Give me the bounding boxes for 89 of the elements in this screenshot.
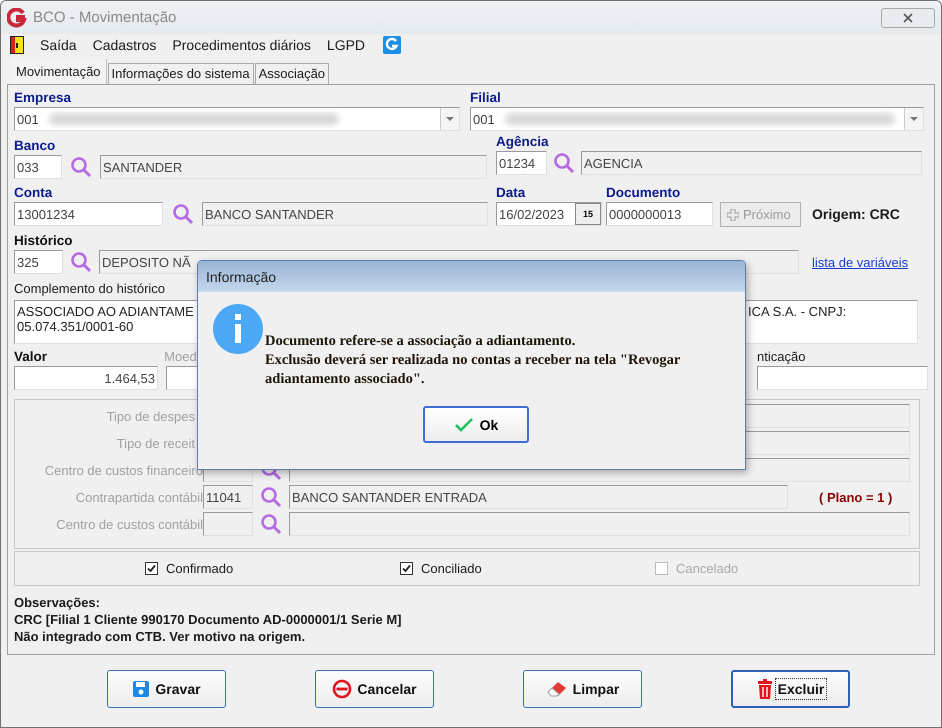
field-value: 001 — [473, 112, 495, 126]
input-field[interactable]: 325 — [14, 250, 63, 274]
menu-item[interactable]: LGPD — [326, 37, 366, 53]
input-field[interactable]: 033 — [14, 155, 62, 179]
logo-icon[interactable] — [383, 36, 402, 54]
message-text: Exclusão deverá ser realizada no contas a receber na tela "Revogar adiantamento associado". — [265, 351, 682, 389]
checkbox-label: Cancelado — [676, 561, 738, 576]
door-exit-icon[interactable] — [10, 36, 24, 54]
cancel-button[interactable]: Cancelar — [315, 670, 434, 708]
field-label: Centro de custos contábil — [55, 516, 203, 532]
dropdown-button[interactable] — [440, 108, 459, 130]
caret-icon — [446, 117, 454, 121]
menu-item[interactable]: Saída — [40, 37, 77, 53]
input-field: AGENCIA — [581, 151, 922, 175]
info-icon — [213, 304, 263, 354]
field-label: nticação — [757, 349, 806, 365]
branch-dropdown[interactable]: 001 — [470, 107, 924, 131]
observation-text: CRC [Filial 1 Cliente 990170 Documento AD-0000001/1 Serie M] — [14, 611, 402, 628]
search-icon[interactable] — [172, 203, 194, 225]
menu-item[interactable]: Procedimentos diários — [172, 37, 311, 53]
ok-button[interactable]: Ok — [423, 406, 529, 443]
field-label: Conta — [14, 185, 52, 201]
observation-text: Observações: — [14, 594, 101, 611]
text-line: 05.074.351/0001-60 — [17, 319, 134, 334]
field-label: Tipo de receit — [116, 436, 196, 450]
plan-text: ( Plano = 1 ) — [819, 490, 892, 504]
menu-item[interactable]: Cadastros — [92, 37, 156, 53]
search-icon[interactable] — [70, 251, 92, 273]
search-icon[interactable] — [70, 156, 92, 178]
input-field[interactable]: 0000000013 — [606, 202, 713, 226]
message-text: Documento refere-se a associação a adiantamento. — [265, 332, 576, 351]
date-field[interactable]: 16/02/2023 15 — [496, 202, 602, 226]
variables-link[interactable]: lista de variáveis — [812, 254, 908, 270]
field-label: Contrapartida contábil — [74, 490, 203, 504]
checkbox[interactable] — [145, 562, 158, 575]
field-label: Centro de custos financeiro — [44, 462, 203, 478]
prohibited-icon — [332, 679, 352, 699]
trash-icon — [756, 679, 773, 699]
origin-text: Origem: CRC — [812, 206, 900, 222]
tab[interactable]: Associação — [254, 63, 330, 84]
dialog-title: Informação — [206, 268, 276, 284]
input-field[interactable] — [757, 366, 928, 390]
dropdown-button[interactable] — [904, 108, 923, 130]
field-label: Documento — [606, 185, 680, 201]
clear-button[interactable]: Limpar — [523, 670, 642, 708]
close-icon — [903, 12, 913, 22]
input-field[interactable]: 01234 — [496, 151, 547, 175]
input-field[interactable]: 13001234 — [14, 202, 163, 226]
field-label: Valor — [14, 349, 48, 365]
input-field: SANTANDER — [100, 155, 487, 179]
field-label: Data — [496, 185, 526, 201]
amount-field[interactable]: 1.464,53 — [14, 366, 158, 390]
check-icon — [454, 416, 474, 432]
close-button[interactable] — [881, 8, 935, 28]
plus-icon — [727, 208, 739, 220]
tab[interactable]: Informações do sistema — [108, 63, 254, 84]
text-line: ASSOCIADO AO ADIANTAME — [17, 304, 194, 319]
field-label: Empresa — [14, 90, 72, 106]
text-line: ICA S.A. - CNPJ: — [748, 304, 846, 319]
delete-button[interactable]: Excluir — [731, 670, 850, 708]
calendar-button[interactable]: 15 — [575, 203, 601, 225]
field-value: 001 — [17, 112, 39, 126]
field-label: Histórico — [14, 233, 73, 249]
caret-icon — [910, 117, 918, 121]
field-label: Agência — [496, 134, 549, 150]
check-icon — [147, 564, 156, 573]
check-icon — [402, 564, 411, 573]
field-label: Filial — [470, 90, 501, 106]
window-title: BCO - Movimentação — [33, 9, 176, 26]
checkbox[interactable] — [400, 562, 413, 575]
app-logo-icon — [7, 8, 27, 28]
field-value: 16/02/2023 — [499, 206, 564, 222]
observation-text: Não integrado com CTB. Ver motivo na origem. — [14, 628, 306, 645]
company-dropdown[interactable]: 001 — [14, 107, 460, 131]
search-icon[interactable] — [260, 513, 282, 535]
field-label: Tipo de despes — [106, 408, 196, 424]
checkbox-label: Confirmado — [166, 561, 234, 576]
input-field: BANCO SANTANDER — [202, 202, 488, 226]
field-label: Moed — [164, 349, 197, 365]
search-icon[interactable] — [553, 152, 575, 174]
field-label: Complemento do histórico — [14, 281, 166, 297]
checkbox-label: Conciliado — [421, 561, 482, 576]
save-button[interactable]: Gravar — [107, 670, 226, 708]
input-field[interactable]: 11041 — [203, 485, 253, 509]
input-field: BANCO SANTANDER ENTRADA — [289, 485, 788, 509]
eraser-icon — [546, 680, 568, 698]
field-label: Banco — [14, 138, 56, 154]
search-icon[interactable] — [260, 486, 282, 508]
input-field[interactable] — [203, 512, 253, 536]
